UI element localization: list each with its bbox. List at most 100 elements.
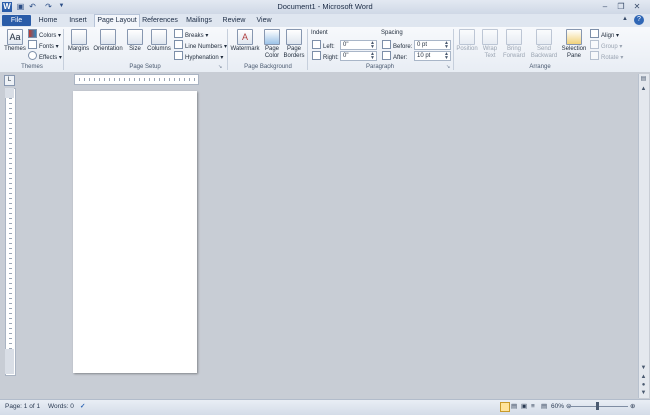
tab-view[interactable]: View (252, 15, 276, 26)
vertical-scrollbar[interactable] (638, 74, 649, 398)
horizontal-ruler[interactable] (74, 74, 199, 85)
themes-group-label: Themes (21, 64, 43, 70)
spacing-after-icon (382, 51, 391, 60)
spacing-before-input[interactable]: 0 pt ▲ ▼ (414, 40, 451, 50)
watermark-button[interactable]: A Watermark (230, 29, 260, 53)
tab-page-layout[interactable]: Page Layout (94, 14, 140, 27)
spinner-arrows-icon[interactable]: ▲ ▼ (370, 52, 375, 61)
restore-icon[interactable]: ❐ (615, 1, 627, 12)
margins-button[interactable]: Margins (66, 29, 91, 53)
send-backward-icon (536, 29, 552, 45)
fonts-button[interactable]: Fonts ▾ (28, 40, 59, 50)
align-button[interactable]: Align ▾ (590, 29, 619, 39)
indent-left-label: Left: (312, 40, 335, 50)
page-color-button[interactable]: Page Color (262, 29, 282, 60)
send-backward-button[interactable]: Send Backward (529, 29, 559, 60)
line-numbers-icon (174, 40, 183, 49)
spinner-arrows-icon[interactable]: ▲ ▼ (444, 52, 449, 61)
tab-review[interactable]: Review (220, 15, 248, 26)
spacing-after-label: After: (382, 51, 407, 61)
web-layout-icon[interactable]: ▣ (521, 402, 527, 411)
indent-left-input[interactable]: 0" ▲ ▼ (340, 40, 377, 50)
next-page-icon[interactable]: ▼ (639, 389, 648, 398)
orientation-button[interactable]: Orientation (91, 29, 125, 53)
full-screen-reading-icon[interactable]: ▤ (511, 402, 517, 411)
hyphenation-button[interactable]: Hyphenation ▾ (174, 51, 223, 61)
line-numbers-button[interactable]: Line Numbers ▾ (174, 40, 227, 50)
tab-file[interactable]: File (2, 15, 31, 26)
bring-forward-label-2: Forward (502, 53, 525, 59)
wrap-text-icon (482, 29, 498, 45)
help-icon[interactable]: ? (634, 15, 644, 25)
page-count[interactable]: Page: 1 of 1 (5, 402, 40, 411)
zoom-in-icon[interactable]: ⊕ (630, 402, 635, 411)
group-button[interactable]: Group ▾ (590, 40, 622, 50)
tab-selector-icon[interactable]: L (4, 75, 15, 86)
position-button[interactable]: Position (455, 29, 479, 53)
paragraph-launcher-icon[interactable]: ↘ (446, 64, 450, 70)
page-borders-label-1: Page (286, 46, 301, 52)
spacing-after-input[interactable]: 10 pt ▲ ▼ (414, 51, 451, 61)
ribbon-minimize-icon[interactable]: ▲ (622, 16, 628, 22)
vertical-ruler-margin-top (5, 88, 14, 98)
document-page[interactable] (73, 91, 197, 373)
tab-insert[interactable]: Insert (63, 15, 93, 26)
zoom-level[interactable]: 60% (551, 402, 564, 411)
selection-pane-button[interactable]: Selection Pane (561, 29, 587, 60)
group-label: Group (601, 44, 618, 50)
vertical-ruler[interactable] (5, 88, 16, 376)
indent-right-input[interactable]: 0" ▲ ▼ (340, 51, 377, 61)
position-icon (459, 29, 475, 45)
group-divider (307, 29, 308, 70)
size-button[interactable]: Size (126, 29, 144, 53)
print-layout-icon[interactable] (500, 402, 510, 412)
rotate-button[interactable]: Rotate ▾ (590, 51, 623, 61)
spacing-after-value: 10 pt (417, 53, 431, 59)
spinner-arrows-icon[interactable]: ▲ ▼ (370, 41, 375, 50)
spinner-arrows-icon[interactable]: ▲ ▼ (444, 41, 449, 50)
view-ruler-icon[interactable]: ▤ (639, 75, 648, 84)
indent-right-icon (312, 51, 321, 60)
rotate-icon (590, 51, 599, 60)
colors-button[interactable]: Colors ▾ (28, 29, 61, 39)
proofing-icon[interactable]: ✓ (80, 402, 85, 411)
hyphenation-label: Hyphenation (185, 55, 219, 61)
zoom-slider-thumb[interactable] (596, 402, 599, 410)
spacing-before-icon (382, 40, 391, 49)
indent-right-label: Right: (312, 51, 339, 61)
page-color-label-1: Page (264, 46, 279, 52)
themes-icon: Aa (7, 29, 23, 45)
page-borders-button[interactable]: Page Borders (283, 29, 305, 60)
outline-icon[interactable]: ≡ (531, 402, 535, 411)
spacing-before-value: 0 pt (417, 42, 428, 48)
size-label: Size (129, 46, 141, 52)
word-count[interactable]: Words: 0 (48, 402, 74, 411)
scroll-down-icon[interactable]: ▼ (639, 364, 648, 373)
tab-references[interactable]: References (141, 15, 179, 26)
selection-pane-label-2: Pane (566, 53, 581, 59)
columns-button[interactable]: Columns (146, 29, 172, 53)
tab-home[interactable]: Home (33, 15, 63, 26)
bring-forward-button[interactable]: Bring Forward (501, 29, 527, 60)
indent-right-value: 0" (343, 53, 349, 59)
effects-button[interactable]: Effects ▾ (28, 51, 62, 61)
page-borders-icon (286, 29, 302, 45)
send-backward-label-2: Backward (530, 53, 558, 59)
scroll-up-icon[interactable]: ▲ (639, 85, 648, 94)
wrap-text-button[interactable]: Wrap Text (481, 29, 499, 60)
effects-icon (28, 51, 37, 60)
close-icon[interactable]: ✕ (631, 1, 643, 12)
wrap-text-label-1: Wrap (482, 46, 498, 52)
breaks-button[interactable]: Breaks ▾ (174, 29, 208, 39)
themes-button[interactable]: Aa Themes (4, 29, 26, 53)
position-label: Position (456, 46, 478, 52)
wrap-text-label-2: Text (484, 53, 496, 59)
align-icon (590, 29, 599, 38)
breaks-icon (174, 29, 183, 38)
draft-icon[interactable]: ▤ (541, 402, 547, 411)
hyphenation-icon (174, 51, 183, 60)
page-setup-launcher-icon[interactable]: ↘ (218, 64, 222, 70)
tab-mailings[interactable]: Mailings (182, 15, 216, 26)
minimize-icon[interactable]: – (599, 1, 611, 12)
page-color-icon (264, 29, 280, 45)
